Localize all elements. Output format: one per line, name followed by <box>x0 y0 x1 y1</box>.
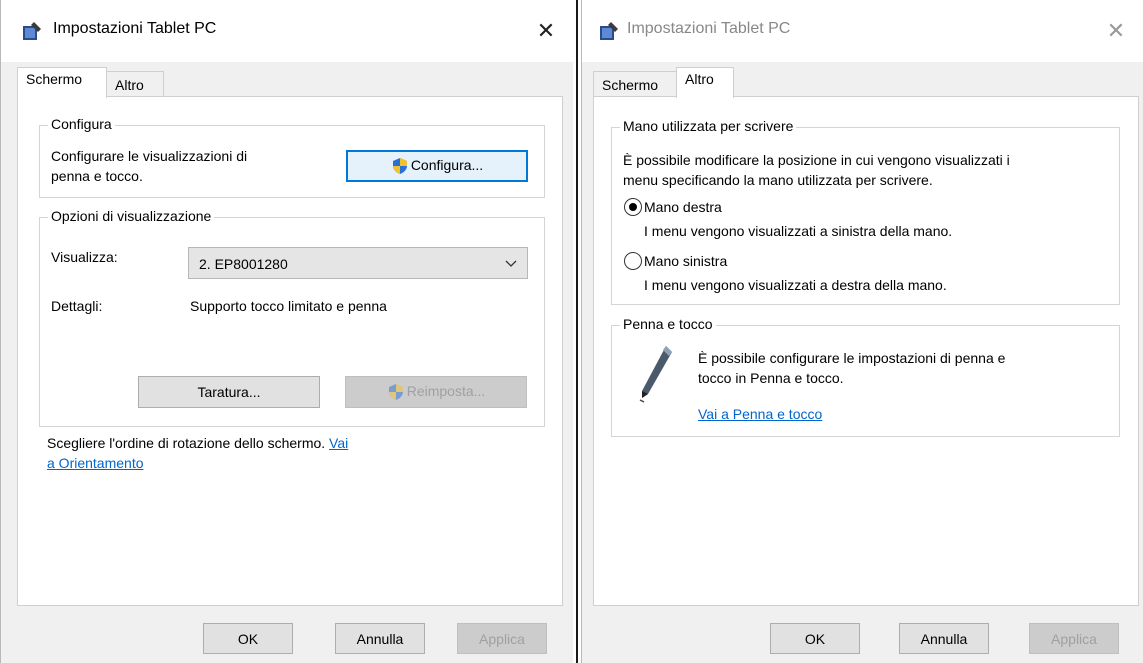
configura-button[interactable]: Configura... <box>346 150 528 182</box>
window-divider <box>573 0 581 663</box>
tab-schermo[interactable]: Schermo <box>593 71 677 97</box>
uac-shield-icon <box>392 158 407 175</box>
right-hand-radio[interactable] <box>624 198 642 216</box>
tablet-settings-window-other-tab: Impostazioni Tablet PC ✕ Schermo Altro M… <box>581 0 1143 663</box>
uac-shield-icon <box>388 384 403 401</box>
calibrate-button[interactable]: Taratura... <box>138 376 320 408</box>
display-options-legend: Opzioni di visualizzazione <box>48 208 215 224</box>
configura-group: Configura Configurare le visualizzazioni… <box>39 116 545 198</box>
ok-button[interactable]: OK <box>770 623 860 654</box>
tab-altro[interactable]: Altro <box>106 71 164 97</box>
details-value: Supporto tocco limitato e penna <box>190 298 387 314</box>
hand-description-line1: È possibile modificare la posizione in c… <box>623 152 1010 168</box>
reset-button[interactable]: Reimposta... <box>345 376 527 408</box>
close-icon: ✕ <box>536 18 556 43</box>
window-title: Impostazioni Tablet PC <box>53 20 217 37</box>
right-hand-description: I menu vengono visualizzati a sinistra d… <box>644 223 953 239</box>
tablet-settings-window-screen-tab: Impostazioni Tablet PC ✕ Schermo Altro C… <box>0 0 573 663</box>
title-bar: Impostazioni Tablet PC ✕ <box>1 0 573 62</box>
close-button[interactable]: ✕ <box>531 16 561 46</box>
display-options-group: Opzioni di visualizzazione Visualizza: 2… <box>39 208 545 427</box>
tablet-pc-icon <box>23 22 41 40</box>
orientation-link-continued[interactable]: a Orientamento <box>47 453 144 473</box>
apply-button[interactable]: Applica <box>1029 623 1119 654</box>
close-button[interactable]: ✕ <box>1101 16 1131 46</box>
left-hand-radio[interactable] <box>624 252 642 270</box>
pen-touch-link[interactable]: Vai a Penna e tocco <box>698 404 822 424</box>
close-icon: ✕ <box>1106 18 1126 43</box>
tab-panel: Mano utilizzata per scrivere È possibile… <box>593 96 1139 606</box>
reset-button-label: Reimposta... <box>406 382 486 399</box>
rotation-description: Scegliere l'ordine di rotazione dello sc… <box>47 435 326 451</box>
display-select-value: 2. EP8001280 <box>199 256 288 272</box>
window-title: Impostazioni Tablet PC <box>627 20 791 37</box>
writing-hand-group: Mano utilizzata per scrivere È possibile… <box>611 118 1120 305</box>
pen-description-line1: È possibile configurare le impostazioni … <box>698 350 1006 366</box>
tab-altro[interactable]: Altro <box>676 67 734 98</box>
display-label: Visualizza: <box>51 249 118 265</box>
tablet-pc-icon <box>600 22 618 40</box>
cancel-button[interactable]: Annulla <box>335 623 425 654</box>
rotation-text: Scegliere l'ordine di rotazione dello sc… <box>47 433 527 453</box>
apply-button[interactable]: Applica <box>457 623 547 654</box>
configura-description-line2: penna e tocco. <box>51 168 143 184</box>
pen-touch-legend: Penna e tocco <box>620 316 716 332</box>
details-label: Dettagli: <box>51 298 103 314</box>
cancel-button[interactable]: Annulla <box>899 623 989 654</box>
orientation-link[interactable]: Vai <box>329 435 348 451</box>
chevron-down-icon <box>505 260 517 267</box>
display-select[interactable]: 2. EP8001280 <box>188 247 528 279</box>
tab-schermo[interactable]: Schermo <box>17 67 107 98</box>
pen-description-line2: tocco in Penna e tocco. <box>698 370 844 386</box>
configura-button-label: Configura... <box>410 156 484 173</box>
title-bar: Impostazioni Tablet PC ✕ <box>582 0 1143 62</box>
configura-description-line1: Configurare le visualizzazioni di <box>51 148 248 164</box>
right-hand-label[interactable]: Mano destra <box>644 197 722 217</box>
pen-touch-group: Penna e tocco È possibile configurare le… <box>611 316 1120 437</box>
tab-panel: Configura Configurare le visualizzazioni… <box>17 96 563 606</box>
left-hand-description: I menu vengono visualizzati a destra del… <box>644 277 947 293</box>
ok-button[interactable]: OK <box>203 623 293 654</box>
pen-icon <box>639 346 672 403</box>
hand-description-line2: menu specificando la mano utilizzata per… <box>623 172 933 188</box>
configura-legend: Configura <box>48 116 115 132</box>
writing-hand-legend: Mano utilizzata per scrivere <box>620 118 797 134</box>
left-hand-label[interactable]: Mano sinistra <box>644 251 727 271</box>
